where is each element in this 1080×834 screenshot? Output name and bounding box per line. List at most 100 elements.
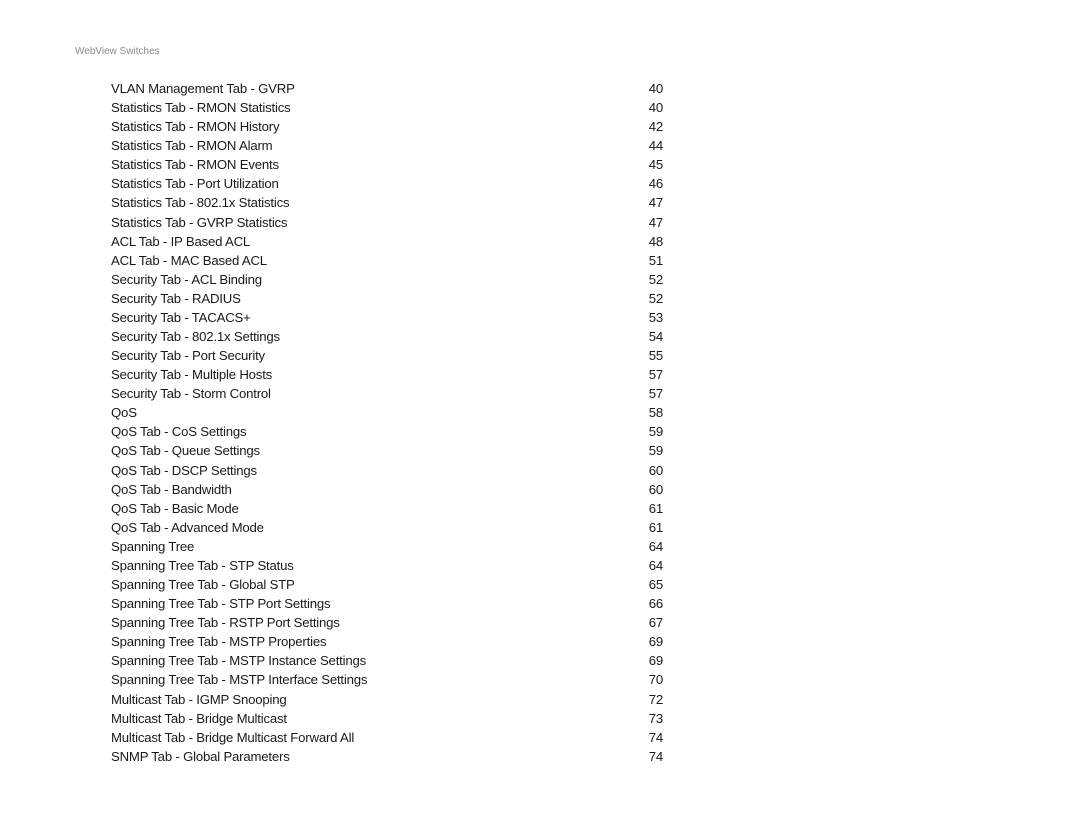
- toc-entry-page-number[interactable]: 48: [633, 232, 663, 251]
- toc-entry-page-number[interactable]: 59: [633, 441, 663, 460]
- toc-entry-title[interactable]: Multicast Tab - Bridge Multicast: [111, 709, 287, 728]
- toc-entry-title[interactable]: QoS Tab - Advanced Mode: [111, 518, 264, 537]
- toc-entry-title[interactable]: Multicast Tab - IGMP Snooping: [111, 690, 287, 709]
- toc-entry-title[interactable]: SNMP Tab - Global Parameters: [111, 747, 290, 766]
- toc-entry-page-number[interactable]: 61: [633, 499, 663, 518]
- toc-entry-title[interactable]: QoS Tab - CoS Settings: [111, 422, 247, 441]
- toc-entry-page-number[interactable]: 69: [633, 632, 663, 651]
- toc-entry-page-number[interactable]: 58: [633, 403, 663, 422]
- toc-entry[interactable]: QoS Tab - Queue Settings 59: [111, 441, 663, 460]
- toc-entry-page-number[interactable]: 42: [633, 117, 663, 136]
- toc-entry-title[interactable]: Multicast Tab - Bridge Multicast Forward…: [111, 728, 354, 747]
- toc-entry-page-number[interactable]: 73: [633, 709, 663, 728]
- toc-entry-title[interactable]: QoS: [111, 403, 137, 422]
- toc-entry[interactable]: Statistics Tab - Port Utilization 46: [111, 174, 663, 193]
- toc-entry[interactable]: Spanning Tree Tab - MSTP Properties 69: [111, 632, 663, 651]
- toc-entry[interactable]: Statistics Tab - RMON Events 45: [111, 155, 663, 174]
- toc-entry-title[interactable]: Spanning Tree Tab - RSTP Port Settings: [111, 613, 340, 632]
- toc-entry[interactable]: Security Tab - RADIUS 52: [111, 289, 663, 308]
- toc-entry-title[interactable]: Spanning Tree Tab - STP Port Settings: [111, 594, 331, 613]
- toc-entry-page-number[interactable]: 45: [633, 155, 663, 174]
- toc-entry-title[interactable]: Spanning Tree Tab - STP Status: [111, 556, 294, 575]
- toc-entry-page-number[interactable]: 74: [633, 728, 663, 747]
- toc-entry-page-number[interactable]: 55: [633, 346, 663, 365]
- toc-entry-title[interactable]: Spanning Tree Tab - Global STP: [111, 575, 295, 594]
- toc-entry-page-number[interactable]: 44: [633, 136, 663, 155]
- toc-entry[interactable]: SNMP Tab - Global Parameters 74: [111, 747, 663, 766]
- toc-entry[interactable]: Multicast Tab - Bridge Multicast 73: [111, 709, 663, 728]
- toc-entry-title[interactable]: Security Tab - ACL Binding: [111, 270, 262, 289]
- toc-entry-page-number[interactable]: 47: [633, 213, 663, 232]
- toc-entry-page-number[interactable]: 46: [633, 174, 663, 193]
- toc-entry-title[interactable]: Statistics Tab - RMON Statistics: [111, 98, 291, 117]
- toc-entry[interactable]: Multicast Tab - IGMP Snooping 72: [111, 690, 663, 709]
- toc-entry-page-number[interactable]: 74: [633, 747, 663, 766]
- toc-entry[interactable]: Security Tab - 802.1x Settings 54: [111, 327, 663, 346]
- toc-entry-page-number[interactable]: 64: [633, 556, 663, 575]
- toc-entry-title[interactable]: Statistics Tab - GVRP Statistics: [111, 213, 288, 232]
- toc-entry-page-number[interactable]: 59: [633, 422, 663, 441]
- toc-entry[interactable]: Security Tab - TACACS+ 53: [111, 308, 663, 327]
- toc-entry[interactable]: Spanning Tree 64: [111, 537, 663, 556]
- toc-entry[interactable]: QoS Tab - Basic Mode 61: [111, 499, 663, 518]
- toc-entry[interactable]: Security Tab - Port Security 55: [111, 346, 663, 365]
- toc-entry[interactable]: Spanning Tree Tab - RSTP Port Settings 67: [111, 613, 663, 632]
- toc-entry[interactable]: Spanning Tree Tab - MSTP Interface Setti…: [111, 670, 663, 689]
- toc-entry[interactable]: Spanning Tree Tab - STP Port Settings 66: [111, 594, 663, 613]
- toc-entry-title[interactable]: Statistics Tab - RMON History: [111, 117, 280, 136]
- toc-entry[interactable]: Spanning Tree Tab - STP Status 64: [111, 556, 663, 575]
- toc-entry-title[interactable]: Spanning Tree: [111, 537, 194, 556]
- toc-entry-title[interactable]: Spanning Tree Tab - MSTP Interface Setti…: [111, 670, 367, 689]
- toc-entry-page-number[interactable]: 47: [633, 193, 663, 212]
- toc-entry[interactable]: Security Tab - Multiple Hosts 57: [111, 365, 663, 384]
- toc-entry-page-number[interactable]: 66: [633, 594, 663, 613]
- toc-entry-page-number[interactable]: 69: [633, 651, 663, 670]
- toc-entry-title[interactable]: Statistics Tab - RMON Events: [111, 155, 279, 174]
- toc-entry-page-number[interactable]: 40: [633, 98, 663, 117]
- toc-entry-title[interactable]: Statistics Tab - 802.1x Statistics: [111, 193, 290, 212]
- toc-entry[interactable]: Security Tab - ACL Binding 52: [111, 270, 663, 289]
- toc-entry-title[interactable]: QoS Tab - Basic Mode: [111, 499, 239, 518]
- toc-entry[interactable]: QoS Tab - CoS Settings 59: [111, 422, 663, 441]
- toc-entry-title[interactable]: Spanning Tree Tab - MSTP Properties: [111, 632, 327, 651]
- toc-entry[interactable]: QoS Tab - Bandwidth 60: [111, 480, 663, 499]
- toc-entry-title[interactable]: ACL Tab - MAC Based ACL: [111, 251, 267, 270]
- toc-entry-page-number[interactable]: 40: [633, 79, 663, 98]
- toc-entry-page-number[interactable]: 65: [633, 575, 663, 594]
- toc-entry[interactable]: Statistics Tab - RMON Statistics 40: [111, 98, 663, 117]
- toc-entry-page-number[interactable]: 51: [633, 251, 663, 270]
- toc-entry-page-number[interactable]: 64: [633, 537, 663, 556]
- toc-entry[interactable]: QoS Tab - Advanced Mode 61: [111, 518, 663, 537]
- toc-entry[interactable]: Statistics Tab - 802.1x Statistics 47: [111, 193, 663, 212]
- toc-entry[interactable]: Statistics Tab - GVRP Statistics 47: [111, 213, 663, 232]
- toc-entry-title[interactable]: Security Tab - 802.1x Settings: [111, 327, 280, 346]
- toc-entry-title[interactable]: Security Tab - Port Security: [111, 346, 265, 365]
- toc-entry[interactable]: QoS 58: [111, 403, 663, 422]
- toc-entry-page-number[interactable]: 57: [633, 384, 663, 403]
- toc-entry[interactable]: Statistics Tab - RMON History 42: [111, 117, 663, 136]
- toc-entry-page-number[interactable]: 72: [633, 690, 663, 709]
- toc-entry-page-number[interactable]: 52: [633, 289, 663, 308]
- toc-entry-page-number[interactable]: 54: [633, 327, 663, 346]
- toc-entry[interactable]: Multicast Tab - Bridge Multicast Forward…: [111, 728, 663, 747]
- toc-entry-title[interactable]: QoS Tab - DSCP Settings: [111, 461, 257, 480]
- toc-entry-title[interactable]: Statistics Tab - Port Utilization: [111, 174, 279, 193]
- toc-entry[interactable]: VLAN Management Tab - GVRP 40: [111, 79, 663, 98]
- toc-entry[interactable]: Security Tab - Storm Control 57: [111, 384, 663, 403]
- toc-entry-title[interactable]: Security Tab - TACACS+: [111, 308, 251, 327]
- toc-entry-title[interactable]: QoS Tab - Queue Settings: [111, 441, 260, 460]
- toc-entry-title[interactable]: Security Tab - Storm Control: [111, 384, 271, 403]
- toc-entry[interactable]: ACL Tab - IP Based ACL 48: [111, 232, 663, 251]
- toc-entry-title[interactable]: QoS Tab - Bandwidth: [111, 480, 232, 499]
- toc-entry-title[interactable]: VLAN Management Tab - GVRP: [111, 79, 295, 98]
- toc-entry[interactable]: ACL Tab - MAC Based ACL 51: [111, 251, 663, 270]
- toc-entry-title[interactable]: Security Tab - Multiple Hosts: [111, 365, 272, 384]
- toc-entry-page-number[interactable]: 61: [633, 518, 663, 537]
- toc-entry-page-number[interactable]: 70: [633, 670, 663, 689]
- toc-entry-page-number[interactable]: 53: [633, 308, 663, 327]
- toc-entry-page-number[interactable]: 57: [633, 365, 663, 384]
- toc-entry[interactable]: Spanning Tree Tab - MSTP Instance Settin…: [111, 651, 663, 670]
- toc-entry-page-number[interactable]: 60: [633, 461, 663, 480]
- toc-entry-title[interactable]: ACL Tab - IP Based ACL: [111, 232, 250, 251]
- toc-entry-page-number[interactable]: 52: [633, 270, 663, 289]
